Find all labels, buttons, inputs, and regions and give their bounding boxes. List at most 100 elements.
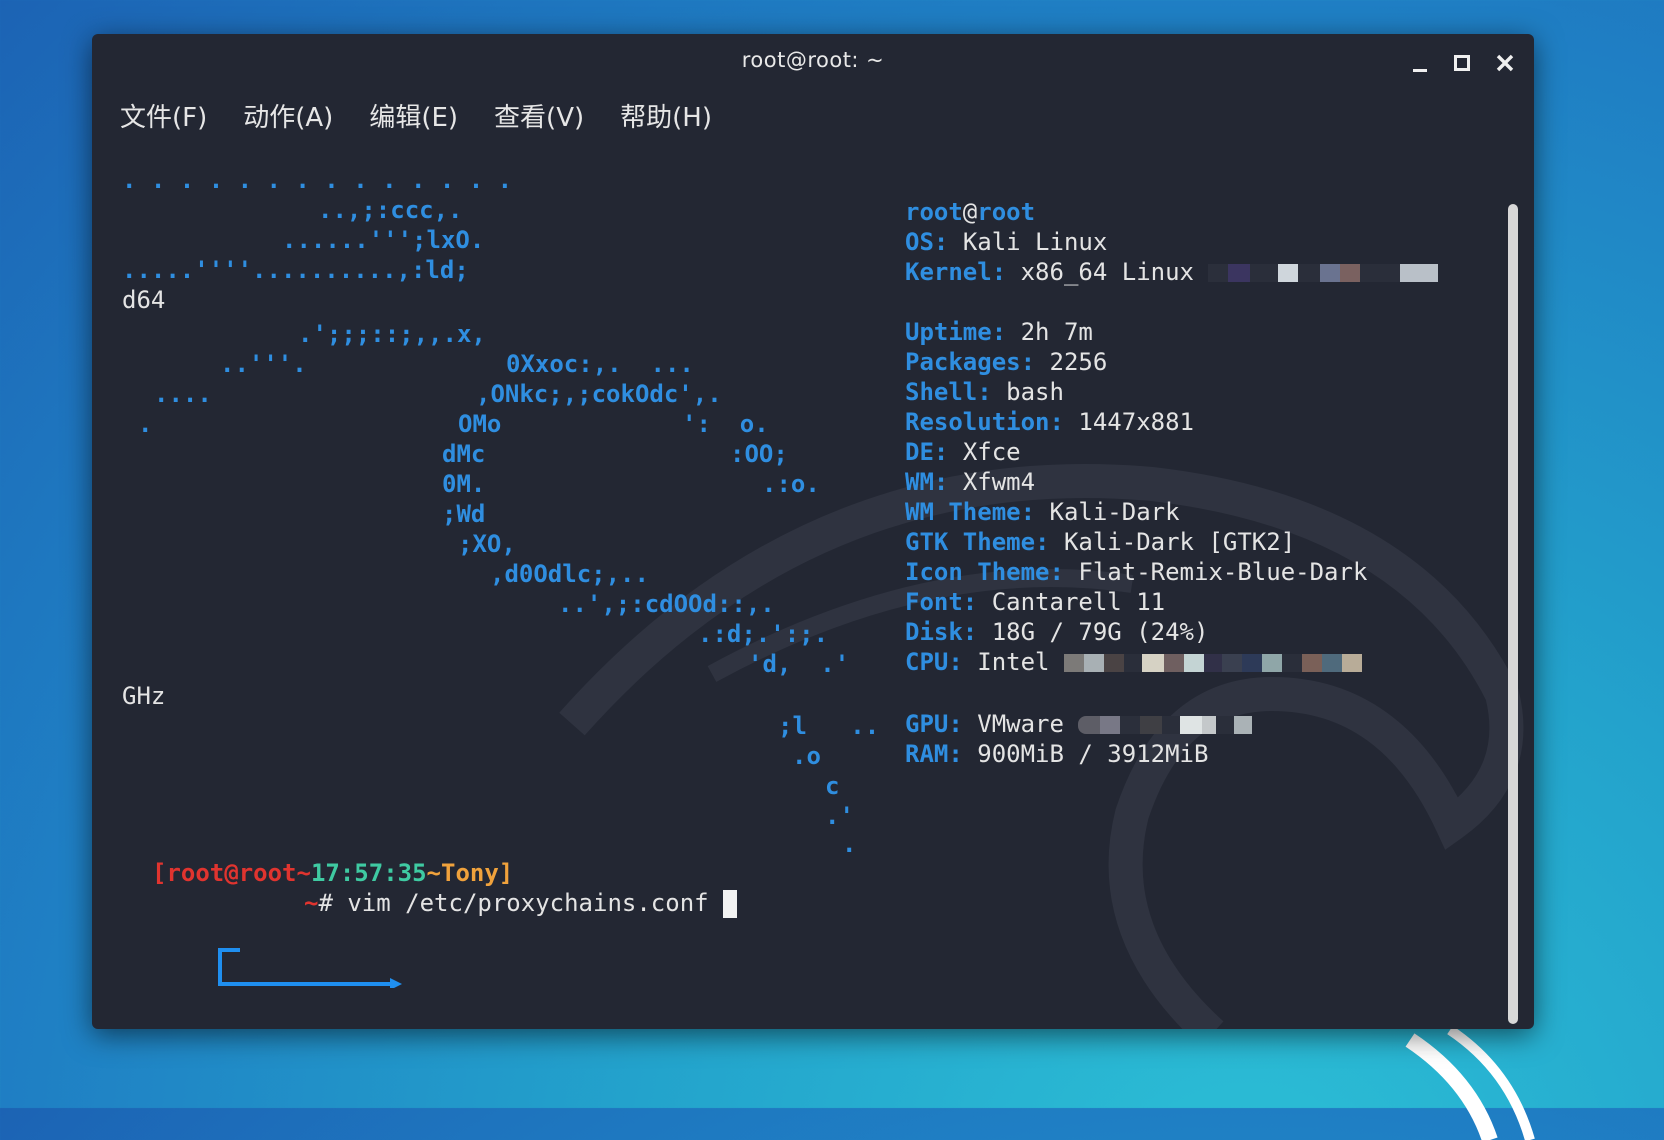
sysinfo-value: Xfwm4 xyxy=(962,468,1036,496)
sysinfo-row: RAM: 900MiB / 3912MiB xyxy=(905,738,1208,770)
prompt-line-1: [root@root~17:57:35~Tony] xyxy=(152,857,513,889)
prompt-tilde: ~ xyxy=(304,889,319,917)
ascii-art-line: .o xyxy=(792,742,821,770)
sysinfo-label: CPU: xyxy=(905,648,963,676)
sysinfo-label: Packages: xyxy=(905,348,1036,376)
ascii-art-line: .... xyxy=(154,380,212,408)
sysinfo-label: Shell: xyxy=(905,378,992,406)
prompt-close-bracket: ] xyxy=(498,859,514,887)
ascii-art-line: .....''''..........,:ld; xyxy=(122,256,469,284)
sysinfo-value: Xfce xyxy=(962,438,1021,466)
ascii-art-line: . . . . . . . . . . . . . . xyxy=(122,166,513,194)
sysinfo-value: bash xyxy=(1006,378,1064,406)
prompt-line-2[interactable]: ~# vim /etc/proxychains.conf xyxy=(304,887,738,919)
ascii-art-line: :OO; xyxy=(730,440,788,468)
sysinfo-label: OS: xyxy=(905,228,949,256)
ascii-art-line: c xyxy=(825,772,840,800)
sysinfo-at: @ xyxy=(962,198,978,226)
sysinfo-host: root xyxy=(977,198,1036,226)
ascii-art-line: ..'''. xyxy=(220,350,307,378)
sysinfo-row: DE: Xfce xyxy=(905,436,1021,468)
sysinfo-user: root xyxy=(905,198,963,226)
sysinfo-label: Font: xyxy=(905,588,978,616)
sysinfo-label: Icon Theme: xyxy=(905,558,1064,586)
ascii-art-line: ,d0Odlc;,.. xyxy=(490,560,649,588)
prompt-user-host: root@root xyxy=(166,859,297,887)
prompt-sep: ~ xyxy=(296,859,311,887)
sysinfo-value: Kali-Dark xyxy=(1049,498,1180,526)
sysinfo-row: OS: Kali Linux xyxy=(905,226,1107,258)
ascii-art-line: ,ONkc;,;cokOdc',. xyxy=(476,380,722,408)
sysinfo-value: Kali-Dark [GTK2] xyxy=(1063,528,1296,556)
sysinfo-value: 2256 xyxy=(1049,348,1108,376)
redacted-pixels xyxy=(1078,710,1253,738)
ascii-art-line: .:d;.':;. xyxy=(698,620,829,648)
command-input[interactable]: vim /etc/proxychains.conf xyxy=(347,889,708,917)
sysinfo-value: 900MiB / 3912MiB xyxy=(977,740,1209,768)
sysinfo-value: 18G / 79G (24%) xyxy=(991,618,1209,646)
ascii-art-line: ;Wd xyxy=(442,500,486,528)
ascii-art-line: ..,;:ccc,. xyxy=(318,196,463,224)
sysinfo-row: Resolution: 1447x881 xyxy=(905,406,1194,438)
ascii-art-line: . xyxy=(842,830,857,858)
sysinfo-row: Disk: 18G / 79G (24%) xyxy=(905,616,1208,648)
ascii-art-line: .';;;::;,,.x, xyxy=(298,320,486,348)
ascii-art-line: GHz xyxy=(122,682,166,710)
ascii-art-line: ': o. xyxy=(682,410,769,438)
ascii-art-line: . xyxy=(138,410,153,438)
sysinfo-label: RAM: xyxy=(905,740,963,768)
prompt-open-bracket: [ xyxy=(152,859,167,887)
redacted-pixels xyxy=(1208,258,1439,286)
ascii-art-line: .:o. xyxy=(762,470,820,498)
prompt-name: Tony xyxy=(441,859,499,887)
sysinfo-value: Cantarell 11 xyxy=(991,588,1166,616)
sysinfo-label: WM: xyxy=(905,468,949,496)
ascii-art-line: ..',;:cdOOd::,. xyxy=(558,590,775,618)
sysinfo-user-host: root@root xyxy=(905,196,1035,228)
prompt-bracket-arrow xyxy=(218,948,402,988)
sysinfo-row: Shell: bash xyxy=(905,376,1064,408)
ascii-art-line: ;XO, xyxy=(458,530,516,558)
terminal-window[interactable]: root@root: ~ 文件(F) 动作(A) 编辑(E) 查看(V) 帮助(… xyxy=(92,34,1534,1029)
text-cursor xyxy=(723,890,738,918)
terminal-output[interactable]: . . . . . . . . . . . . . . ..,;:ccc,. .… xyxy=(92,34,1534,1029)
sysinfo-label: Uptime: xyxy=(905,318,1007,346)
ascii-art-line: 0M. xyxy=(442,470,486,498)
ascii-art-line: 0Xxoc:,. ... xyxy=(506,350,694,378)
ascii-art-line: OMo xyxy=(458,410,502,438)
sysinfo-value: x86_64 Linux xyxy=(1020,258,1194,286)
sysinfo-row: Packages: 2256 xyxy=(905,346,1107,378)
sysinfo-row: Icon Theme: Flat-Remix-Blue-Dark xyxy=(905,556,1367,588)
sysinfo-row: Kernel: x86_64 Linux xyxy=(905,256,1439,288)
sysinfo-label: Resolution: xyxy=(905,408,1064,436)
scrollbar-thumb[interactable] xyxy=(1508,204,1518,1024)
ascii-art-line: d64 xyxy=(122,286,166,314)
ascii-art-line: dMc xyxy=(442,440,486,468)
sysinfo-row: GPU: VMware xyxy=(905,708,1253,740)
ascii-art-line: 'd, .' xyxy=(748,650,850,678)
prompt-hash: # xyxy=(318,889,333,917)
sysinfo-row: CPU: Intel xyxy=(905,646,1362,678)
redacted-pixels xyxy=(1063,648,1362,676)
sysinfo-label: GPU: xyxy=(905,710,963,738)
sysinfo-value: Intel xyxy=(977,648,1050,676)
sysinfo-label: DE: xyxy=(905,438,949,466)
sysinfo-value: Flat-Remix-Blue-Dark xyxy=(1078,558,1368,586)
sysinfo-row: WM Theme: Kali-Dark xyxy=(905,496,1180,528)
sysinfo-label: Kernel: xyxy=(905,258,1007,286)
ascii-art-line: ;l .. xyxy=(778,712,880,740)
sysinfo-value: 2h 7m xyxy=(1020,318,1093,346)
prompt-time: 17:57:35 xyxy=(310,859,427,887)
sysinfo-value: VMware xyxy=(977,710,1064,738)
sysinfo-row: Font: Cantarell 11 xyxy=(905,586,1165,618)
sysinfo-value: Kali Linux xyxy=(962,228,1108,256)
ascii-art-line: ......''';lxO. xyxy=(282,226,485,254)
sysinfo-label: Disk: xyxy=(905,618,978,646)
sysinfo-label: GTK Theme: xyxy=(905,528,1050,556)
sysinfo-row: GTK Theme: Kali-Dark [GTK2] xyxy=(905,526,1295,558)
sysinfo-row: Uptime: 2h 7m xyxy=(905,316,1093,348)
sysinfo-value: 1447x881 xyxy=(1078,408,1194,436)
sysinfo-row: WM: Xfwm4 xyxy=(905,466,1035,498)
prompt-sep: ~ xyxy=(426,859,441,887)
sysinfo-label: WM Theme: xyxy=(905,498,1036,526)
